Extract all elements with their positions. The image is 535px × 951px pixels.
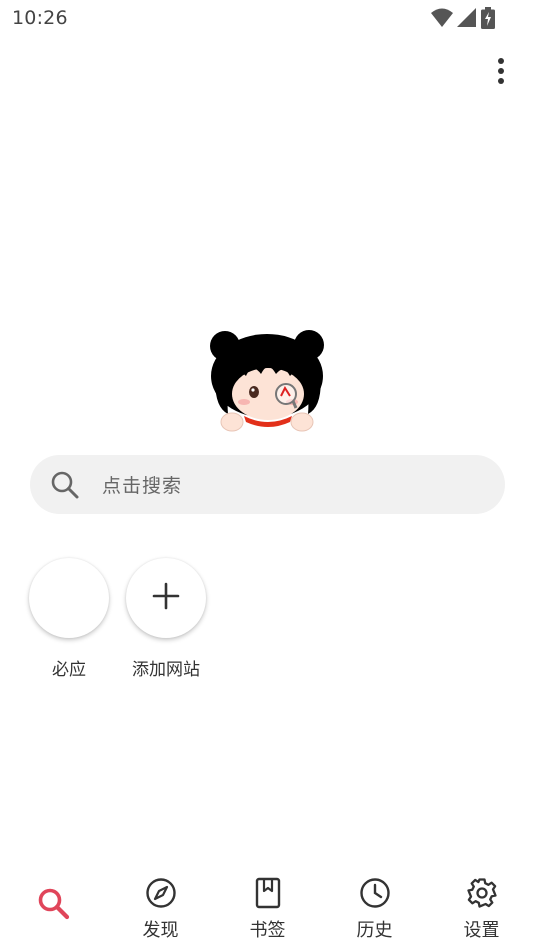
- shortcut-bing[interactable]: 必应: [14, 558, 124, 680]
- compass-icon: [144, 876, 178, 910]
- nav-label-discover: 发现: [142, 920, 179, 941]
- plus-icon: [152, 582, 180, 614]
- search-box[interactable]: 点击搜索: [30, 455, 505, 514]
- status-icons: [431, 7, 495, 29]
- nav-item-search[interactable]: [0, 868, 107, 951]
- nav-item-settings[interactable]: 设置: [428, 868, 535, 951]
- nav-label-history: 历史: [356, 920, 393, 941]
- bookmark-icon: [251, 876, 285, 910]
- mascot-logo: [206, 328, 330, 436]
- search-placeholder: 点击搜索: [102, 475, 183, 497]
- bottom-nav: 发现 书签 历史 设置: [0, 868, 535, 951]
- clock-icon: [358, 876, 392, 910]
- add-site-button[interactable]: [126, 558, 206, 638]
- cell-signal-icon: [457, 8, 477, 28]
- battery-charging-icon: [481, 7, 495, 29]
- more-vert-icon: [497, 57, 505, 89]
- nav-label-bookmarks: 书签: [249, 920, 286, 941]
- search-icon: [37, 887, 71, 921]
- shortcut-bing-icon[interactable]: [29, 558, 109, 638]
- nav-item-history[interactable]: 历史: [321, 868, 428, 951]
- shortcut-label: 必应: [52, 660, 86, 680]
- nav-label-settings: 设置: [463, 920, 500, 941]
- wifi-icon: [431, 8, 453, 28]
- search-icon: [50, 470, 80, 500]
- shortcut-label: 添加网站: [132, 660, 200, 680]
- status-time: 10:26: [12, 7, 68, 29]
- nav-item-discover[interactable]: 发现: [107, 868, 214, 951]
- gear-icon: [465, 876, 499, 910]
- status-bar: 10:26: [0, 0, 535, 36]
- nav-item-bookmarks[interactable]: 书签: [214, 868, 321, 951]
- more-options-button[interactable]: [486, 55, 516, 91]
- add-site-shortcut[interactable]: 添加网站: [111, 558, 221, 680]
